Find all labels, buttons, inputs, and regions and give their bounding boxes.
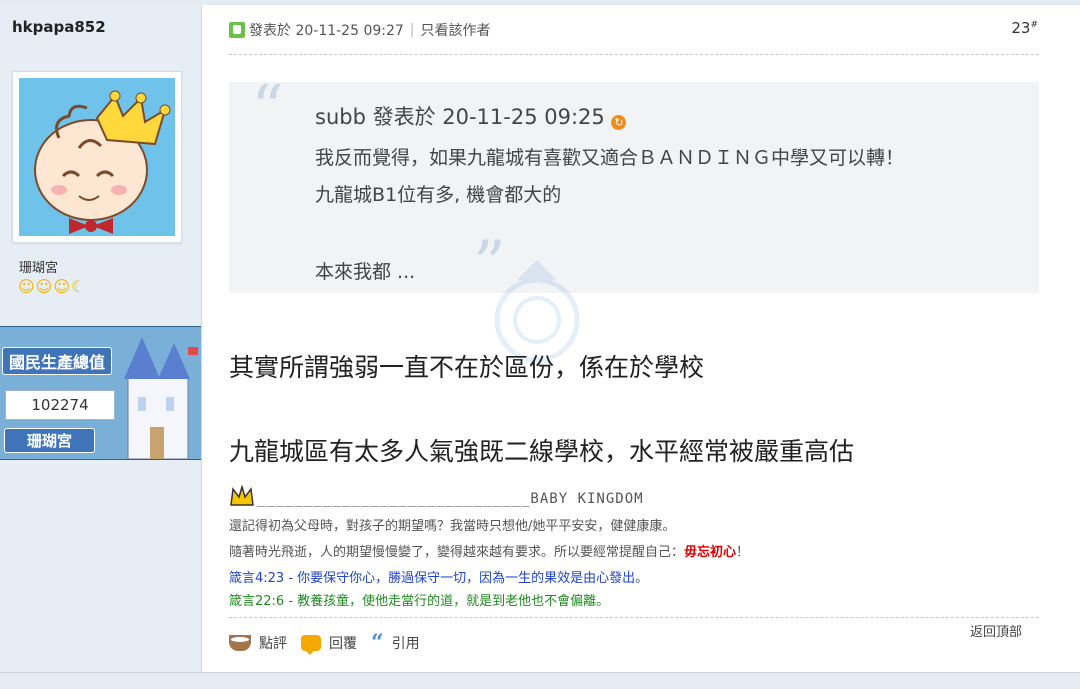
watermark-logo-icon: [494, 260, 580, 363]
post-content: 發表於 20-11-25 09:27 | 只看該作者 23# “ subb 發表…: [202, 5, 1080, 672]
gnp-title: 國民生產總值: [2, 347, 113, 375]
online-status-icon: [229, 22, 245, 38]
speech-bubble-icon: [301, 635, 321, 655]
signature-line-4: 箴言22:6 - 教養孩童，使他走當行的道，就是到老他也不會偏離。: [229, 594, 610, 609]
quote-line-3: 本來我都 ...: [315, 261, 416, 283]
next-post-edge: [0, 672, 1080, 689]
open-quote-icon: “: [251, 72, 284, 146]
author-only-link[interactable]: 只看該作者: [421, 20, 491, 40]
gnp-banner: 國民生產總值 102274 珊瑚宮: [0, 326, 201, 460]
quote-button[interactable]: “ 引用: [371, 630, 420, 656]
quote-header-text: subb 發表於 20-11-25 09:25: [315, 105, 605, 129]
meta-divider: [229, 54, 1039, 55]
signature-line-2-text: 隨著時光飛逝，人的期望慢慢變了，變得越來越有要求。所以要經常提醒自己：: [229, 545, 685, 560]
signature-line-1: 還記得初為父母時，對孩子的期望嗎？我當時只想他/她平平安安，健健康康。: [229, 519, 676, 534]
signature-emphasis: 毋忘初心: [684, 545, 737, 560]
quote-line-1: 我反而覺得，如果九龍城有喜歡又適合ＢＡＮＤＩＮＧ中學又可以轉！: [315, 147, 905, 169]
quote-label: 引用: [391, 636, 420, 652]
rate-button[interactable]: 點評: [229, 633, 287, 653]
rate-label: 點評: [259, 636, 287, 652]
footer-divider: [229, 617, 1039, 618]
post-actions: 點評 回覆 “ 引用: [229, 630, 434, 656]
signature-line-3: 箴言4:23 - 你要保守你心，勝過保守一切，因為一生的果效是由心發出。: [229, 571, 649, 586]
floor-value: 23: [1011, 19, 1031, 37]
floor-mark: #: [1030, 20, 1038, 30]
crown-icon: [230, 485, 254, 506]
quote-block: “ subb 發表於 20-11-25 09:25 ↻ 我反而覺得，如果九龍城有…: [229, 72, 1039, 302]
reply-label: 回覆: [329, 636, 357, 652]
signature-line-2: 隨著時光飛逝，人的期望慢慢變了，變得越來越有要求。所以要經常提醒自己：毋忘初心！: [229, 541, 749, 560]
author-username[interactable]: hkpapa852: [12, 18, 106, 36]
signature-rule: _____________________________BABY KINGDO…: [257, 491, 644, 507]
avatar-baby-icon: [19, 78, 175, 236]
author-sidebar: hkpapa852 珊瑚宮 ☺☺☺☾ 國民生產總值 102274 珊瑚宮: [0, 5, 202, 688]
quote-header: subb 發表於 20-11-25 09:25 ↻: [315, 101, 627, 131]
quote-icon: “: [371, 630, 384, 656]
avatar[interactable]: [12, 71, 182, 243]
rank-icons: ☺☺☺☾: [18, 277, 87, 296]
post-meta: 發表於 20-11-25 09:27 | 只看該作者: [229, 20, 491, 40]
floor-number[interactable]: 23#: [1011, 19, 1038, 37]
reply-button[interactable]: 回覆: [301, 633, 357, 655]
back-to-top-link[interactable]: 返回頂部: [970, 621, 1022, 640]
signature-line-2-end: ！: [736, 545, 750, 560]
post-body-line-1: 其實所謂強弱一直不在於區份，係在於學校: [229, 353, 705, 382]
castle-icon: [124, 337, 198, 459]
rank-title: 珊瑚宮: [19, 261, 59, 276]
gnp-value: 102274: [5, 390, 115, 420]
post-body-line-2: 九龍城區有太多人氣強既二線學校，水平經常被嚴重高估: [229, 437, 855, 466]
quote-line-2: 九龍城B1位有多, 機會都大的: [315, 184, 562, 206]
coffee-cup-icon: [229, 635, 251, 651]
gnp-rank-name: 珊瑚宮: [4, 428, 96, 453]
go-to-post-icon[interactable]: ↻: [611, 115, 627, 130]
posted-time: 發表於 20-11-25 09:27: [249, 23, 404, 39]
meta-separator: |: [409, 22, 415, 38]
